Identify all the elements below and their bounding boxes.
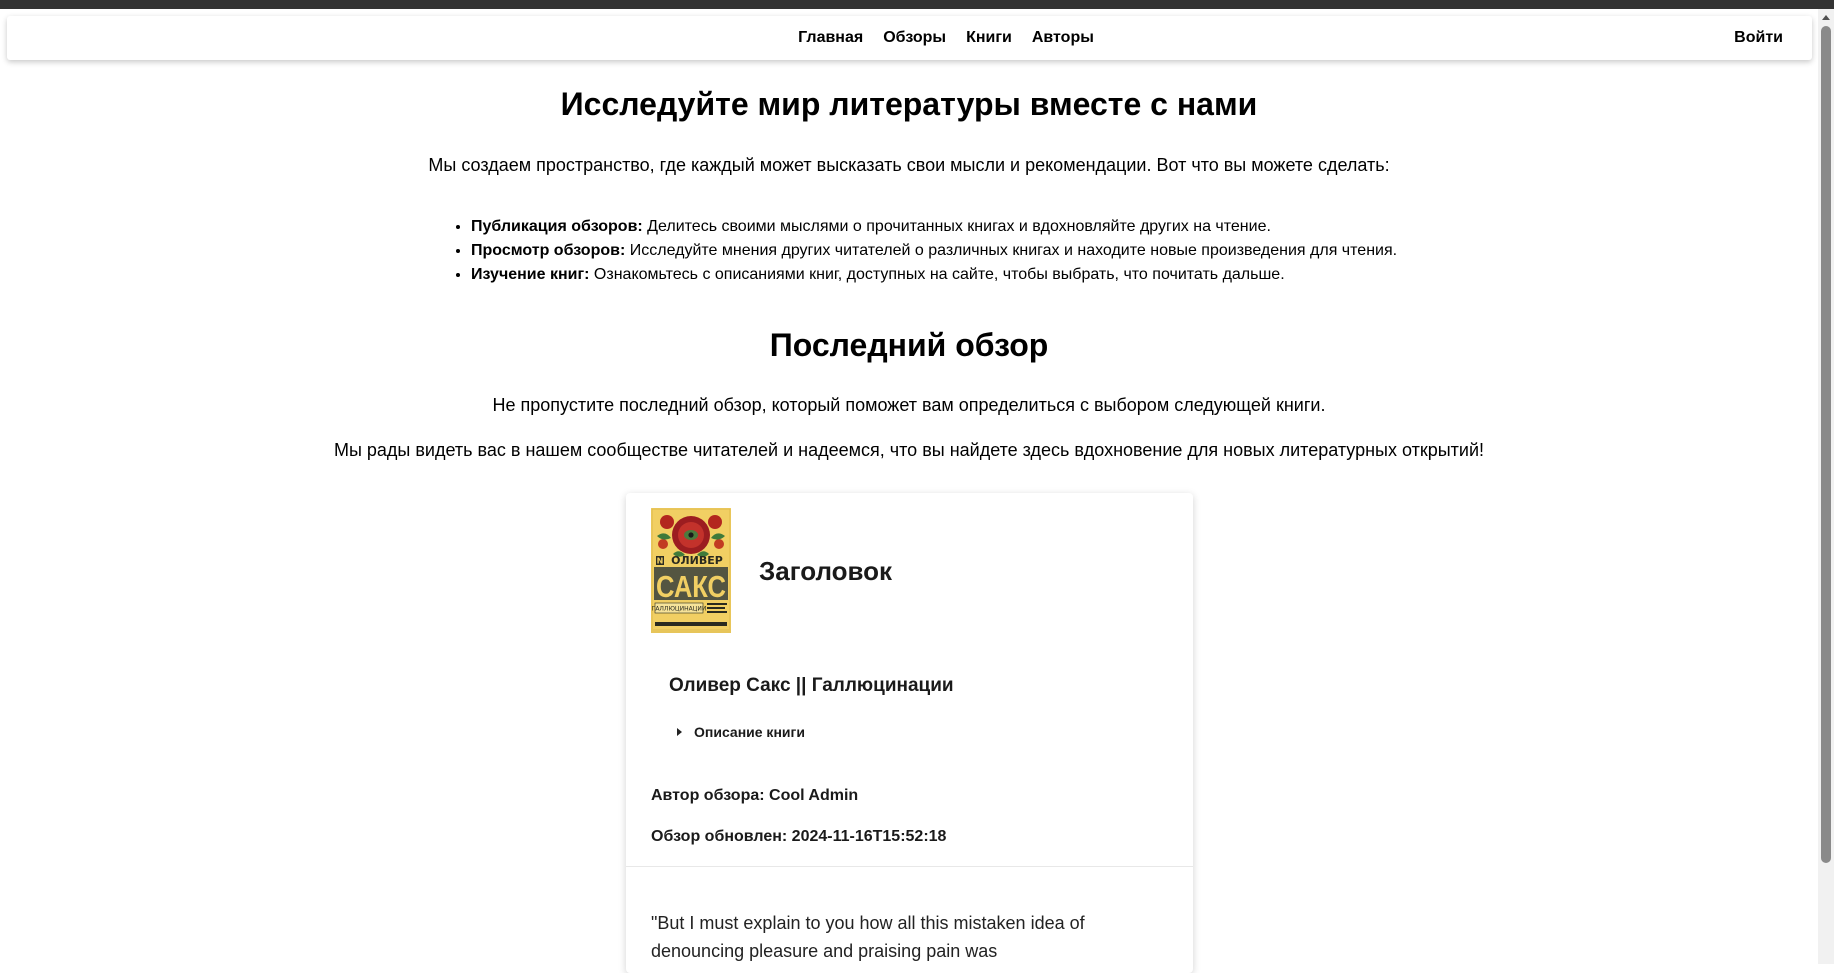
browser-top-strip [0,0,1834,9]
feature-item-publish: Публикация обзоров: Делитесь своими мысл… [471,215,1397,239]
feature-text: Делитесь своими мыслями о прочитанных кн… [642,218,1271,235]
book-cover-image[interactable]: N ОЛИВЕР САКС ГАЛЛЮЦИНАЦИИ [651,508,731,633]
feature-item-browse: Просмотр обзоров: Исследуйте мнения друг… [471,239,1397,263]
nav-link-authors[interactable]: Авторы [1032,29,1094,47]
review-card: N ОЛИВЕР САКС ГАЛЛЮЦИНАЦИИ Заголовок Оли… [626,493,1193,973]
nav-link-home[interactable]: Главная [798,29,863,47]
review-updated: Обзор обновлен: 2024-11-16T15:52:18 [651,828,947,845]
disclosure-triangle-icon [677,728,682,736]
nav-link-books[interactable]: Книги [966,29,1012,47]
feature-title: Публикация обзоров: [471,218,643,235]
login-link[interactable]: Войти [1734,16,1783,60]
features-list: Публикация обзоров: Делитесь своими мысл… [450,215,1397,287]
cover-author-upper: ОЛИВЕР [671,554,723,567]
feature-text: Исследуйте мнения других читателей о раз… [625,242,1398,259]
card-divider [626,866,1193,867]
cover-author-big: САКС [656,569,726,604]
book-description-toggle[interactable]: Описание книги [677,724,805,740]
feature-title: Изучение книг: [471,266,590,283]
welcome-text: Мы рады видеть вас в нашем сообществе чи… [333,440,1485,460]
review-heading: Заголовок [759,556,893,586]
latest-review-text: Не пропустите последний обзор, который п… [492,395,1326,415]
book-title: Оливер Сакс || Галлюцинации [669,675,954,696]
feature-item-study: Изучение книг: Ознакомьтесь с описаниями… [471,263,1397,287]
review-body: "But I must explain to you how all this … [651,913,1085,961]
hero-text: Мы создаем пространство, где каждый може… [428,155,1390,175]
hero-title: Исследуйте мир литературы вместе с нами [560,86,1258,122]
page-scrollbar[interactable] [1818,9,1834,964]
latest-review-title: Последний обзор [769,327,1049,363]
nav-link-reviews[interactable]: Обзоры [883,29,946,47]
cover-title-small: ГАЛЛЮЦИНАЦИИ [652,606,707,613]
feature-text: Ознакомьтесь с описаниями книг, доступны… [589,266,1285,283]
book-description-label: Описание книги [694,724,805,740]
nav-links: Главная Обзоры Книги Авторы [7,16,1812,60]
navbar: Главная Обзоры Книги Авторы Войти [7,16,1812,60]
scroll-up-arrow-icon[interactable] [1822,15,1830,20]
review-author: Автор обзора: Cool Admin [651,787,859,804]
cover-series-mark: N [657,557,664,566]
feature-title: Просмотр обзоров: [471,242,626,259]
scrollbar-thumb[interactable] [1821,26,1831,863]
